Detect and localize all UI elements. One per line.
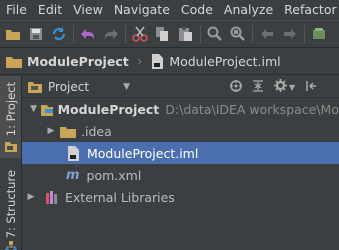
tab-structure-label: 7: Structure [3, 170, 18, 239]
iml-file-icon [68, 145, 79, 161]
tree-row-external-libraries-label: External Libraries [65, 189, 175, 205]
menu-navigate[interactable]: Navigate [108, 2, 175, 17]
toolbar-separator [304, 25, 305, 43]
toolbar-separator [73, 25, 74, 43]
tab-project-label: 1: Project [3, 82, 18, 137]
folder-icon [6, 57, 22, 68]
menu-code[interactable]: Code [175, 2, 218, 17]
tool-window-strip: 1: Project 7: Structure [0, 76, 22, 250]
tree-root-path: D:\data\IDEA workspace\Mo [165, 101, 339, 117]
tree-row-external-libraries[interactable]: ▶ External Libraries [22, 186, 339, 208]
redo-icon[interactable] [101, 25, 120, 44]
tree-row-pom[interactable]: m pom.xml [22, 164, 339, 186]
collapsed-arrow-icon[interactable]: ▶ [26, 192, 36, 202]
copy-icon[interactable] [153, 25, 172, 44]
undo-icon[interactable] [78, 25, 97, 44]
folder-icon [60, 126, 76, 138]
tab-structure[interactable]: 7: Structure [0, 168, 21, 250]
find-icon[interactable] [205, 25, 224, 44]
module-folder-icon [41, 104, 53, 116]
toolbar-separator [252, 25, 253, 43]
tree-root-row[interactable]: ▼ ModuleProject D:\data\IDEA workspace\M… [22, 98, 339, 120]
menu-bar: File Edit View Navigate Code Analyze Ref… [0, 0, 339, 19]
replace-icon[interactable] [228, 25, 247, 44]
expanded-arrow-icon[interactable]: ▼ [30, 104, 37, 114]
view-selector-label: Project [48, 79, 90, 94]
hide-panel-icon[interactable] [305, 80, 317, 95]
tree-row-idea-label: .idea [81, 123, 112, 139]
settings-dropdown-icon[interactable]: ▼ [289, 83, 295, 92]
libraries-icon [46, 190, 57, 204]
collapsed-arrow-icon[interactable]: ▶ [46, 126, 56, 136]
project-folder-icon [4, 142, 17, 153]
scroll-from-source-icon[interactable] [230, 79, 242, 95]
tree-row-iml[interactable]: ModuleProject.iml [22, 142, 339, 164]
cut-icon[interactable] [130, 25, 149, 44]
project-tree: ▼ ModuleProject D:\data\IDEA workspace\M… [22, 98, 339, 250]
navigation-bar: ModuleProject › ModuleProject.iml [0, 49, 339, 75]
save-icon[interactable] [26, 25, 45, 44]
project-panel-header: Project ▼ ▼ [22, 76, 339, 98]
build-icon[interactable] [309, 25, 328, 44]
panel-actions: ▼ [230, 76, 327, 98]
sync-icon[interactable] [49, 25, 68, 44]
settings-gear-icon[interactable] [274, 79, 287, 95]
breadcrumb-project-label: ModuleProject [27, 54, 129, 69]
toolbar-separator [125, 25, 126, 43]
project-view-icon [28, 81, 42, 93]
tab-project[interactable]: 1: Project [0, 76, 21, 158]
breadcrumb-project[interactable]: ModuleProject [0, 54, 129, 69]
open-folder-icon[interactable] [3, 25, 22, 44]
tree-row-iml-label: ModuleProject.iml [87, 145, 199, 161]
collapse-all-icon[interactable] [252, 79, 264, 95]
paste-icon[interactable] [176, 25, 195, 44]
tree-row-idea[interactable]: ▶ .idea [22, 120, 339, 142]
menu-analyze[interactable]: Analyze [218, 2, 278, 17]
menu-file[interactable]: File [0, 2, 32, 17]
toolbar-separator [200, 25, 201, 43]
breadcrumb-file[interactable]: ModuleProject.iml [145, 54, 281, 69]
back-icon[interactable] [257, 25, 276, 44]
dropdown-arrow-icon: ▼ [123, 81, 130, 92]
main-toolbar [0, 20, 339, 48]
menu-view[interactable]: View [67, 2, 108, 17]
structure-icon [4, 241, 17, 250]
chevron-right-icon: › [136, 53, 143, 70]
menu-edit[interactable]: Edit [32, 2, 67, 17]
iml-file-icon [152, 54, 164, 69]
forward-icon[interactable] [280, 25, 299, 44]
tree-row-pom-label: pom.xml [86, 167, 142, 183]
view-selector[interactable]: Project ▼ [22, 80, 228, 94]
tree-root-name: ModuleProject [57, 101, 160, 117]
breadcrumb-file-label: ModuleProject.iml [169, 54, 281, 69]
menu-refactor[interactable]: Refactor [278, 2, 339, 17]
maven-icon: m [66, 167, 80, 183]
